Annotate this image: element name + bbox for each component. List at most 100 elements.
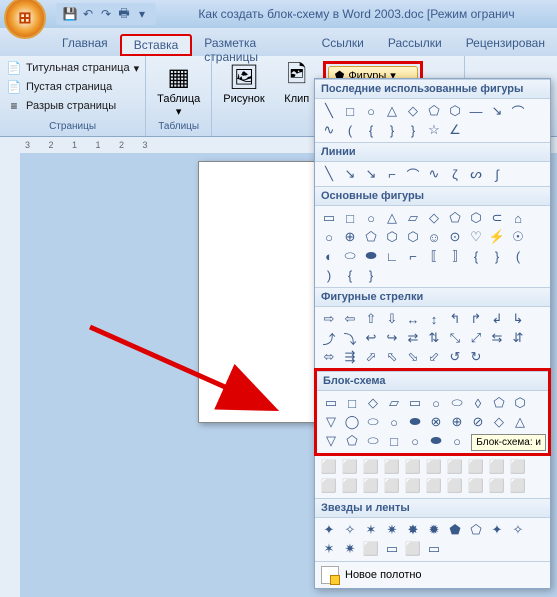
- shape-item[interactable]: ↘: [340, 165, 360, 183]
- shape-item[interactable]: ○: [447, 432, 467, 450]
- shape-item[interactable]: ↺: [445, 348, 465, 366]
- shape-item[interactable]: ✷: [382, 521, 402, 539]
- shape-item[interactable]: ⤴: [319, 329, 339, 347]
- shape-item[interactable]: ⇶: [340, 348, 360, 366]
- shape-item[interactable]: —: [466, 102, 486, 120]
- shape-item[interactable]: ⇧: [361, 310, 381, 328]
- shape-item[interactable]: ⌒: [508, 102, 528, 120]
- shape-item[interactable]: ↱: [466, 310, 486, 328]
- shape-item[interactable]: ◇: [424, 209, 444, 227]
- shape-item[interactable]: ☺: [424, 228, 444, 246]
- shape-item[interactable]: ⬭: [363, 413, 383, 431]
- shape-item[interactable]: ⬜: [445, 477, 465, 495]
- shape-item[interactable]: ↲: [487, 310, 507, 328]
- shape-item[interactable]: ↘: [361, 165, 381, 183]
- shape-item[interactable]: ↻: [466, 348, 486, 366]
- shape-item[interactable]: ⬡: [403, 228, 423, 246]
- shape-item[interactable]: {: [361, 121, 381, 139]
- shape-item[interactable]: ⇆: [487, 329, 507, 347]
- shape-item[interactable]: ⬭: [447, 394, 467, 412]
- shape-item[interactable]: ∟: [382, 247, 402, 265]
- shape-item[interactable]: ↔: [403, 310, 423, 328]
- shape-item[interactable]: ⬀: [361, 348, 381, 366]
- shape-item[interactable]: ⬜: [466, 458, 486, 476]
- shape-item[interactable]: ⇄: [403, 329, 423, 347]
- shape-item[interactable]: ✦: [487, 521, 507, 539]
- shape-item[interactable]: }: [403, 121, 423, 139]
- shape-item[interactable]: ▭: [382, 540, 402, 558]
- shape-item[interactable]: □: [340, 102, 360, 120]
- shape-item[interactable]: ⇨: [319, 310, 339, 328]
- shape-item[interactable]: ⬜: [361, 540, 381, 558]
- shape-item[interactable]: ▭: [405, 394, 425, 412]
- tab-references[interactable]: Ссылки: [310, 34, 376, 56]
- shape-item[interactable]: □: [342, 394, 362, 412]
- shape-item[interactable]: ⬜: [424, 458, 444, 476]
- picture-button[interactable]: 🖼Рисунок: [215, 59, 273, 119]
- shape-item[interactable]: ⬜: [508, 458, 528, 476]
- shape-item[interactable]: ⬁: [382, 348, 402, 366]
- shape-item[interactable]: ⬜: [424, 477, 444, 495]
- new-canvas-item[interactable]: Новое полотно: [315, 561, 550, 588]
- shape-item[interactable]: ✧: [340, 521, 360, 539]
- shape-item[interactable]: ⬜: [487, 477, 507, 495]
- shape-item[interactable]: ↕: [424, 310, 444, 328]
- shape-item[interactable]: ⬬: [426, 432, 446, 450]
- shape-item[interactable]: }: [382, 121, 402, 139]
- shape-item[interactable]: ⇦: [340, 310, 360, 328]
- shape-item[interactable]: ▭: [321, 394, 341, 412]
- shape-item[interactable]: ◇: [363, 394, 383, 412]
- shape-item[interactable]: ✷: [340, 540, 360, 558]
- shape-item[interactable]: ⬜: [382, 477, 402, 495]
- shape-item[interactable]: ⬜: [508, 477, 528, 495]
- qat-dropdown-icon[interactable]: ▾: [134, 6, 150, 22]
- shape-item[interactable]: ⬬: [405, 413, 425, 431]
- shape-item[interactable]: ↘: [487, 102, 507, 120]
- shape-item[interactable]: ○: [319, 228, 339, 246]
- shape-item[interactable]: △: [510, 413, 530, 431]
- shape-item[interactable]: ✹: [424, 521, 444, 539]
- shape-item[interactable]: ⬠: [489, 394, 509, 412]
- tab-review[interactable]: Рецензирован: [454, 34, 557, 56]
- shape-item[interactable]: ✸: [403, 521, 423, 539]
- shape-item[interactable]: ⟧: [445, 247, 465, 265]
- tab-mailings[interactable]: Рассылки: [376, 34, 454, 56]
- shape-item[interactable]: ⤡: [445, 329, 465, 347]
- shape-item[interactable]: }: [361, 266, 381, 284]
- shape-item[interactable]: ⬠: [445, 209, 465, 227]
- shape-item[interactable]: △: [382, 209, 402, 227]
- shape-item[interactable]: {: [340, 266, 360, 284]
- shape-item[interactable]: ⬜: [445, 458, 465, 476]
- shape-item[interactable]: ⬜: [319, 477, 339, 495]
- shape-item[interactable]: ✧: [508, 521, 528, 539]
- shape-item[interactable]: ⬬: [361, 247, 381, 265]
- shape-item[interactable]: ╲: [319, 102, 339, 120]
- shape-item[interactable]: ⬜: [382, 458, 402, 476]
- blank-page-button[interactable]: 📄Пустая страница: [3, 78, 142, 96]
- shape-item[interactable]: ⬭: [340, 247, 360, 265]
- shape-item[interactable]: ⚡: [487, 228, 507, 246]
- shape-item[interactable]: (: [340, 121, 360, 139]
- shape-item[interactable]: ╲: [319, 165, 339, 183]
- shape-item[interactable]: ○: [384, 413, 404, 431]
- shape-item[interactable]: ◯: [342, 413, 362, 431]
- shape-item[interactable]: ): [319, 266, 339, 284]
- shape-item[interactable]: ⬜: [319, 458, 339, 476]
- shape-item[interactable]: ✶: [319, 540, 339, 558]
- shape-item[interactable]: ⊗: [426, 413, 446, 431]
- shape-item[interactable]: ⬭: [363, 432, 383, 450]
- shape-item[interactable]: ⊙: [445, 228, 465, 246]
- shape-item[interactable]: ✶: [361, 521, 381, 539]
- shape-item[interactable]: ⬜: [466, 477, 486, 495]
- shape-item[interactable]: ↳: [508, 310, 528, 328]
- shape-item[interactable]: ⇩: [382, 310, 402, 328]
- shape-item[interactable]: ○: [361, 102, 381, 120]
- shape-item[interactable]: ○: [361, 209, 381, 227]
- shape-item[interactable]: ↩: [361, 329, 381, 347]
- shape-item[interactable]: ⊕: [447, 413, 467, 431]
- save-icon[interactable]: 💾: [62, 6, 78, 22]
- shape-item[interactable]: ⬜: [340, 458, 360, 476]
- shape-item[interactable]: ⬂: [403, 348, 423, 366]
- shape-item[interactable]: ᔕ: [466, 165, 486, 183]
- shape-item[interactable]: ⬠: [342, 432, 362, 450]
